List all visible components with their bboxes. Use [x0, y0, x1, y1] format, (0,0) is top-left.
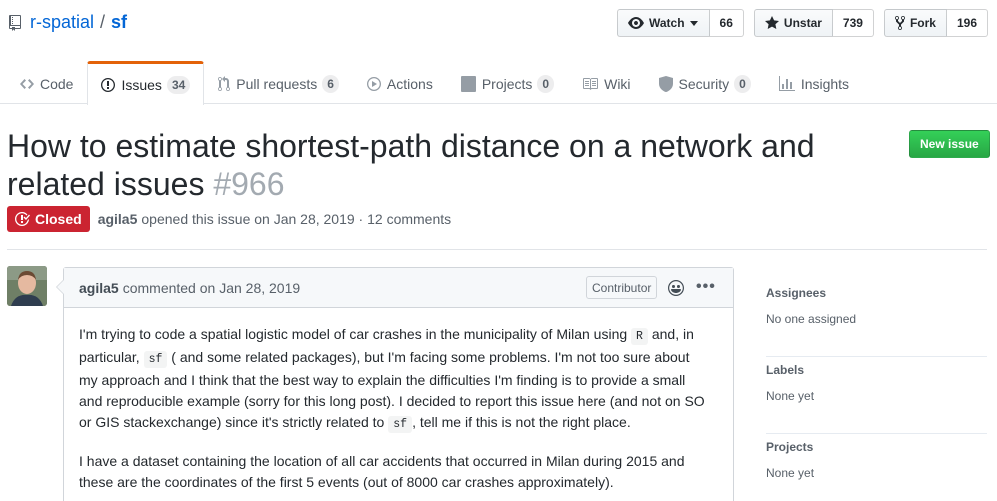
code-icon	[20, 79, 34, 89]
unstar-label: Unstar	[783, 16, 822, 30]
tab-pull-requests[interactable]: Pull requests 6	[204, 61, 353, 104]
comment-paragraph-2: I have a dataset containing the location…	[79, 453, 685, 490]
repo-header: r-spatial / sf Watch 66 Unstar 739 Fork	[0, 0, 997, 105]
tab-pull-requests-label: Pull requests	[236, 76, 318, 92]
labels-value: None yet	[766, 389, 815, 403]
comment-date-link[interactable]: commented on Jan 28, 2019	[123, 280, 300, 296]
star-count[interactable]: 739	[832, 9, 874, 37]
fork-label: Fork	[909, 16, 936, 30]
projects-heading: Projects	[766, 440, 814, 454]
pull-requests-counter: 6	[322, 75, 339, 93]
tab-projects[interactable]: Projects 0	[447, 61, 568, 104]
avatar[interactable]	[7, 266, 47, 306]
tab-actions-label: Actions	[386, 76, 433, 92]
repo-owner-link[interactable]: r-spatial	[30, 12, 94, 33]
comment-paragraph-1: I'm trying to code a spatial logistic mo…	[79, 324, 709, 435]
tab-insights[interactable]: Insights	[765, 61, 863, 104]
tab-code-label: Code	[40, 76, 74, 92]
comment-box: agila5 commented on Jan 28, 2019 Contrib…	[56, 267, 734, 501]
issue-meta-text: opened this issue on Jan 28, 2019 · 12 c…	[141, 211, 452, 227]
assignees-value: No one assigned	[766, 312, 857, 326]
fork-icon	[894, 15, 905, 31]
header-divider	[7, 249, 987, 250]
comment-header: agila5 commented on Jan 28, 2019 Contrib…	[64, 268, 733, 308]
projects-counter: 0	[537, 75, 555, 93]
tab-issues-label: Issues	[121, 76, 162, 93]
star-group: Unstar 739	[753, 9, 874, 37]
repo-title: r-spatial / sf	[8, 12, 127, 33]
watch-button[interactable]: Watch	[616, 9, 710, 37]
issue-author-link[interactable]: agila5	[98, 211, 138, 227]
git-pull-request-icon	[218, 76, 231, 92]
issue-meta: Closed agila5 opened this issue on Jan 2…	[7, 206, 451, 232]
repo-actions: Watch 66 Unstar 739 Fork 196	[616, 9, 988, 37]
security-counter: 0	[734, 75, 751, 93]
tab-wiki-label: Wiki	[604, 76, 631, 92]
inline-code-sf: sf	[143, 351, 168, 368]
repo-icon	[9, 14, 21, 31]
watch-label: Watch	[648, 16, 685, 30]
tab-actions[interactable]: Actions	[353, 61, 447, 104]
kebab-horizontal-icon[interactable]: •••	[696, 278, 716, 296]
repo-name-link[interactable]: sf	[111, 12, 127, 33]
status-label: Closed	[35, 211, 82, 227]
repo-separator: /	[100, 12, 106, 32]
fork-count[interactable]: 196	[946, 9, 988, 37]
status-badge: Closed	[7, 206, 90, 232]
assignees-heading: Assignees	[766, 286, 827, 300]
issue-title-text: How to estimate shortest-path distance o…	[7, 128, 815, 202]
comment-body: I'm trying to code a spatial logistic mo…	[64, 308, 724, 493]
issue-closed-icon	[15, 211, 30, 226]
smiley-icon[interactable]	[668, 280, 684, 296]
book-icon	[583, 78, 599, 90]
shield-icon	[658, 76, 673, 92]
issue-number: #966	[213, 166, 285, 202]
tab-issues[interactable]: Issues 34	[87, 61, 205, 105]
star-icon	[764, 16, 779, 29]
p1-text-4: , tell me if this is not the right place…	[412, 414, 631, 430]
labels-heading: Labels	[766, 363, 805, 377]
tab-projects-label: Projects	[481, 76, 533, 92]
repo-nav: Code Issues 34 Pull requests 6 Actions P…	[6, 61, 863, 105]
graph-icon	[778, 76, 795, 91]
tab-code[interactable]: Code	[6, 61, 87, 104]
projects-value: None yet	[766, 466, 815, 480]
inline-code-r: R	[631, 328, 648, 345]
watch-group: Watch 66	[616, 9, 744, 37]
fork-button[interactable]: Fork	[883, 9, 947, 37]
issues-counter: 34	[166, 75, 191, 94]
issue-opened-icon	[101, 77, 116, 92]
sidebar-projects: Projects None yet	[766, 434, 987, 501]
tab-security-label: Security	[678, 76, 730, 92]
fork-group: Fork 196	[883, 9, 988, 37]
watch-count[interactable]: 66	[709, 9, 744, 37]
tab-wiki[interactable]: Wiki	[568, 61, 644, 104]
comment-author-link[interactable]: agila5	[79, 280, 119, 296]
inline-code-sf-2: sf	[388, 416, 413, 433]
unstar-button[interactable]: Unstar	[753, 9, 833, 37]
tab-insights-label: Insights	[800, 76, 850, 92]
sidebar-assignees: Assignees No one assigned	[766, 280, 987, 357]
issue-title: How to estimate shortest-path distance o…	[7, 127, 887, 203]
sidebar-labels: Labels None yet	[766, 357, 987, 434]
issue-sidebar: Assignees No one assigned Labels None ye…	[766, 280, 987, 501]
avatar-image	[7, 266, 47, 306]
project-icon	[460, 76, 476, 92]
new-issue-button[interactable]: New issue	[909, 130, 990, 158]
p1-text-1: I'm trying to code a spatial logistic mo…	[79, 326, 632, 342]
contributor-badge: Contributor	[586, 276, 658, 299]
caret-down-icon	[689, 21, 698, 26]
play-icon	[366, 77, 381, 91]
tab-security[interactable]: Security 0	[645, 61, 765, 104]
eye-icon	[627, 17, 644, 29]
